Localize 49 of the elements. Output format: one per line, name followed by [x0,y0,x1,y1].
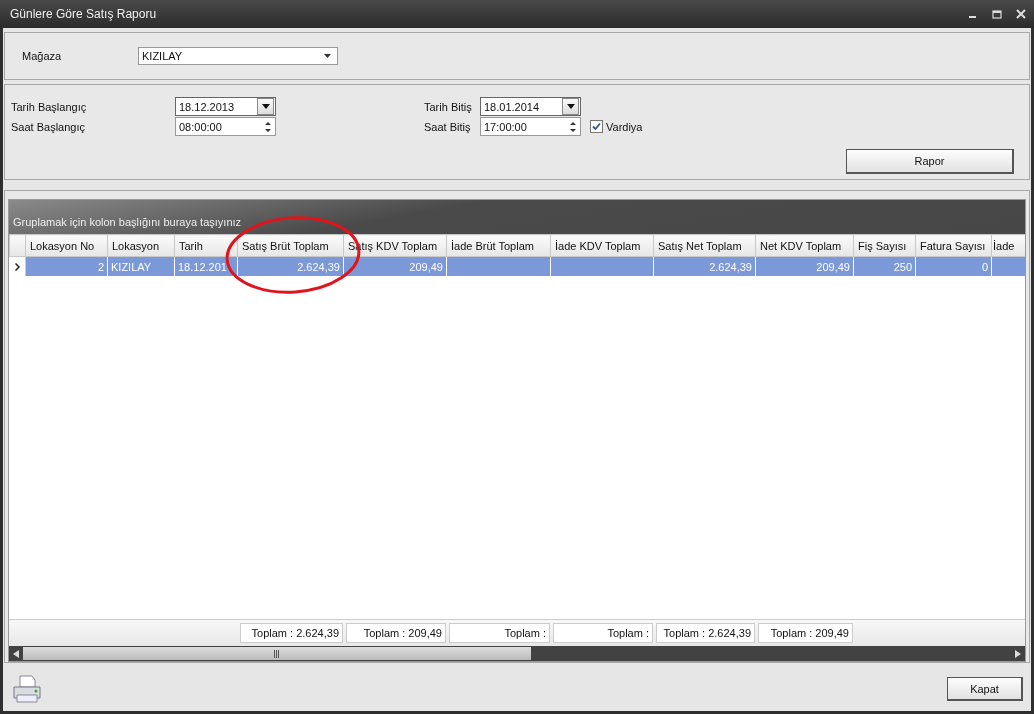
caret-icon [261,104,270,109]
column-header[interactable]: Fatura Sayısı [915,234,992,257]
column-header[interactable]: Lokasyon No [25,234,108,257]
field-label: Tarih Başlangıç [11,100,88,113]
time-field[interactable]: 17:00:00 [480,117,581,136]
dropdown-button[interactable] [562,98,579,115]
column-header[interactable]: Net KDV Toplam [755,234,854,257]
grip-icon [274,649,280,658]
report-button[interactable]: Rapor [846,149,1014,174]
summary-cell: Toplam : 209,49 [758,623,853,643]
column-header[interactable]: Satış Brüt Toplam [237,234,344,257]
column-header[interactable]: Satış Net Toplam [653,234,756,257]
time-field[interactable]: 08:00:00 [175,117,276,136]
spinner-icon[interactable] [265,120,271,133]
column-header[interactable]: İade KDV Toplam [550,234,654,257]
field-label: Tarih Bitiş [423,100,473,113]
field-label: Saat Başlangıç [11,120,86,133]
summary-cell: Toplam : 2.624,39 [656,623,755,643]
column-header[interactable]: Tarih [174,234,238,257]
horizontal-scrollbar[interactable] [9,646,1025,661]
column-header[interactable]: İade [991,234,1025,257]
store-dropdown[interactable]: KIZILAY [138,47,338,65]
row-pointer-icon [14,262,20,271]
close-icon[interactable] [1016,9,1026,19]
summary-cell: Toplam : [449,623,550,643]
column-header[interactable]: Fiş Sayısı [853,234,916,257]
dropdown-button[interactable] [257,98,274,115]
right-arrow-icon[interactable] [1015,649,1021,658]
summary-cell: Toplam : [553,623,653,643]
column-header[interactable]: İade Brüt Toplam [446,234,551,257]
shift-checkbox[interactable]: Vardiya [590,120,1029,133]
spinner-icon[interactable] [570,120,576,133]
date-picker[interactable]: 18.01.2014 [480,97,581,116]
column-header[interactable]: Lokasyon [107,234,175,257]
date-picker[interactable]: 18.12.2013 [175,97,276,116]
summary-cell: Toplam : 2.624,39 [240,623,343,643]
scrollbar-thumb[interactable] [23,647,531,660]
left-arrow-icon[interactable] [13,649,19,658]
caret-icon [324,54,331,58]
close-button[interactable]: Kapat [947,677,1023,701]
checkbox[interactable] [590,120,603,133]
field-label: Saat Bitiş [423,120,472,133]
window-title: Günlere Göre Satış Raporu [10,7,157,21]
group-hint: Gruplamak için kolon başlığını buraya taşıyınız [13,216,242,228]
printer-icon[interactable] [11,673,43,705]
caret-icon [566,104,575,109]
maximize-icon[interactable] [992,9,1002,19]
field-label: Mağaza [22,50,63,62]
summary-cell: Toplam : 209,49 [346,623,446,643]
